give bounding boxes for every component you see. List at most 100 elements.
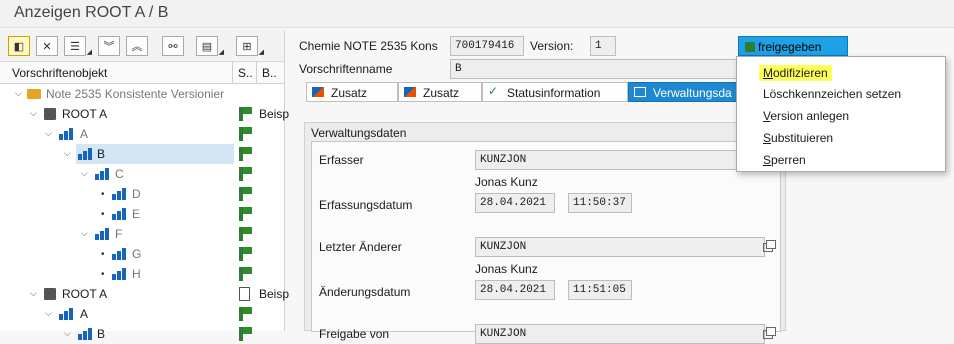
tab-label: Verwaltungsda	[653, 86, 732, 100]
menu-item-substitute[interactable]: Substituieren	[763, 131, 833, 145]
version-label: Version:	[530, 39, 574, 53]
expand-toggle-icon[interactable]: ⌵	[15, 88, 22, 99]
tree-node-label: B	[97, 327, 106, 341]
leaf-bullet-icon: •	[101, 249, 105, 260]
expand-toggle-icon[interactable]: ⌵	[30, 288, 37, 299]
copy-icon[interactable]	[760, 239, 778, 255]
collapse-icon: ︽	[131, 41, 143, 53]
green-flag-icon	[239, 327, 252, 341]
version-field[interactable]: 1	[590, 36, 616, 56]
tree-node-label: A	[80, 307, 89, 321]
tree-node-label: A	[80, 127, 89, 141]
check-icon: ✓	[488, 84, 499, 98]
layout-button[interactable]: ⊞ ◢	[236, 36, 264, 56]
tree-toolbar: ◧ ✕ ☰ ◢ ︾ ︽ ⚯ ▤ ◢ ⊞ ◢	[0, 30, 284, 62]
tree-row[interactable]: ⌵ ROOT A Beisp	[0, 104, 289, 124]
window-title: Anzeigen ROOT A / B	[0, 0, 954, 28]
tree-node-label: Note 2535 Konsistente Versionier	[46, 87, 225, 101]
tree-node-label: F	[115, 227, 123, 241]
expand-toggle-icon[interactable]: ⌵	[45, 308, 52, 319]
delete-button[interactable]: ✕	[36, 36, 58, 56]
details-button[interactable]: ☰ ◢	[64, 36, 92, 56]
tree-row[interactable]: • G	[0, 244, 284, 264]
tree-row[interactable]: ⌵ B	[0, 324, 284, 344]
print-button[interactable]: ▤ ◢	[196, 36, 224, 56]
creator-field[interactable]: KUNZJON	[475, 150, 765, 170]
object-icon	[312, 87, 324, 97]
created-time-field[interactable]: 11:50:37	[568, 193, 632, 213]
tab-label: Zusatz	[423, 86, 460, 100]
column-header-status[interactable]: S..	[238, 66, 253, 80]
expand-all-button[interactable]: ︾	[98, 36, 120, 56]
tree-row[interactable]: • D	[0, 184, 284, 204]
tree-row[interactable]: ⌵ ROOT A Beisp	[0, 284, 289, 304]
tab-strip: Zusatz Zusatz ✓ Statusinformation Verwal…	[306, 82, 776, 102]
tab-zusatz-2[interactable]: Zusatz	[398, 82, 482, 102]
find-button[interactable]: ⚯	[162, 36, 184, 56]
menu-item-lock[interactable]: Sperren	[763, 153, 806, 167]
column-header-object[interactable]: Vorschriftenobjekt	[12, 66, 107, 80]
layout-icon: ⊞	[242, 40, 252, 53]
release-field[interactable]: KUNZJON	[475, 324, 765, 344]
tree-row[interactable]: ⌵ A	[0, 124, 284, 144]
changer-field[interactable]: KUNZJON	[475, 237, 765, 257]
column-header-extra[interactable]: B..	[262, 66, 277, 80]
tree-node-extra: Beisp	[259, 287, 290, 301]
expand-toggle-icon[interactable]: ⌵	[81, 168, 88, 179]
hierarchy-icon	[78, 328, 92, 340]
hierarchy-icon	[59, 128, 73, 140]
tree-node-label: H	[132, 267, 141, 281]
package-icon	[44, 108, 56, 120]
tree-node-extra: Beisp	[259, 107, 290, 121]
tree-row-selected[interactable]: ⌵ B	[0, 144, 284, 164]
green-flag-icon	[239, 187, 252, 201]
tree-row[interactable]: • H	[0, 264, 284, 284]
tree-node-label: ROOT A	[62, 287, 108, 301]
copy-icon[interactable]	[760, 326, 778, 342]
tree-row[interactable]: ⌵ C	[0, 164, 284, 184]
menu-item-set-deletion-flag[interactable]: Löschkennzeichen setzen	[763, 87, 901, 101]
green-flag-icon	[745, 42, 755, 52]
object-number-field[interactable]: 700179416	[450, 36, 524, 56]
section-title: Verwaltungsdaten	[311, 126, 407, 140]
tab-statusinformation[interactable]: ✓ Statusinformation	[482, 82, 628, 102]
creator-name: Jonas Kunz	[475, 175, 538, 189]
green-flag-icon	[239, 227, 252, 241]
expand-toggle-icon[interactable]: ⌵	[81, 228, 88, 239]
tree-column-header: Vorschriftenobjekt S.. B..	[0, 62, 284, 84]
green-flag-icon	[239, 147, 252, 161]
expand-toggle-icon[interactable]: ⌵	[45, 128, 52, 139]
status-button[interactable]: freigegeben	[738, 36, 848, 56]
green-flag-icon	[239, 107, 252, 121]
expand-icon: ︾	[103, 41, 115, 53]
changed-date-label: Änderungsdatum	[319, 285, 411, 299]
tree-panel: ◧ ✕ ☰ ◢ ︾ ︽ ⚯ ▤ ◢ ⊞ ◢ Vorschriftenobjekt S.…	[0, 30, 289, 341]
tree-row[interactable]: ⌵ A	[0, 304, 284, 324]
select-object-button[interactable]: ◧	[8, 36, 30, 56]
changed-time-field[interactable]: 11:51:05	[568, 280, 632, 300]
name-label: Vorschriftenname	[299, 62, 393, 76]
tree-row[interactable]: ⌵ F	[0, 224, 284, 244]
created-date-field[interactable]: 28.04.2021	[475, 193, 555, 213]
collapse-all-button[interactable]: ︽	[126, 36, 148, 56]
admin-icon	[634, 87, 646, 97]
tree-row[interactable]: ⌵ Note 2535 Konsistente Versionier	[0, 84, 284, 104]
tab-zusatz-1[interactable]: Zusatz	[306, 82, 398, 102]
menu-item-modify[interactable]: Modifizieren	[759, 65, 832, 81]
tree-row[interactable]: • E	[0, 204, 284, 224]
expand-toggle-icon[interactable]: ⌵	[64, 148, 71, 159]
name-field[interactable]: B	[450, 59, 740, 79]
tree-node-label: G	[132, 247, 142, 261]
changed-date-field[interactable]: 28.04.2021	[475, 280, 555, 300]
expand-toggle-icon[interactable]: ⌵	[64, 328, 71, 339]
tree-node-label: C	[115, 167, 124, 181]
hierarchy-icon	[112, 208, 126, 220]
green-flag-icon	[239, 167, 252, 181]
dropdown-arrow-icon: ◢	[86, 49, 92, 56]
changer-label: Letzter Änderer	[319, 240, 402, 254]
menu-item-create-version[interactable]: Version anlegen	[763, 109, 849, 123]
expand-toggle-icon[interactable]: ⌵	[30, 108, 37, 119]
green-flag-icon	[239, 267, 252, 281]
binoculars-icon: ⚯	[168, 40, 178, 53]
hierarchy-icon	[112, 188, 126, 200]
